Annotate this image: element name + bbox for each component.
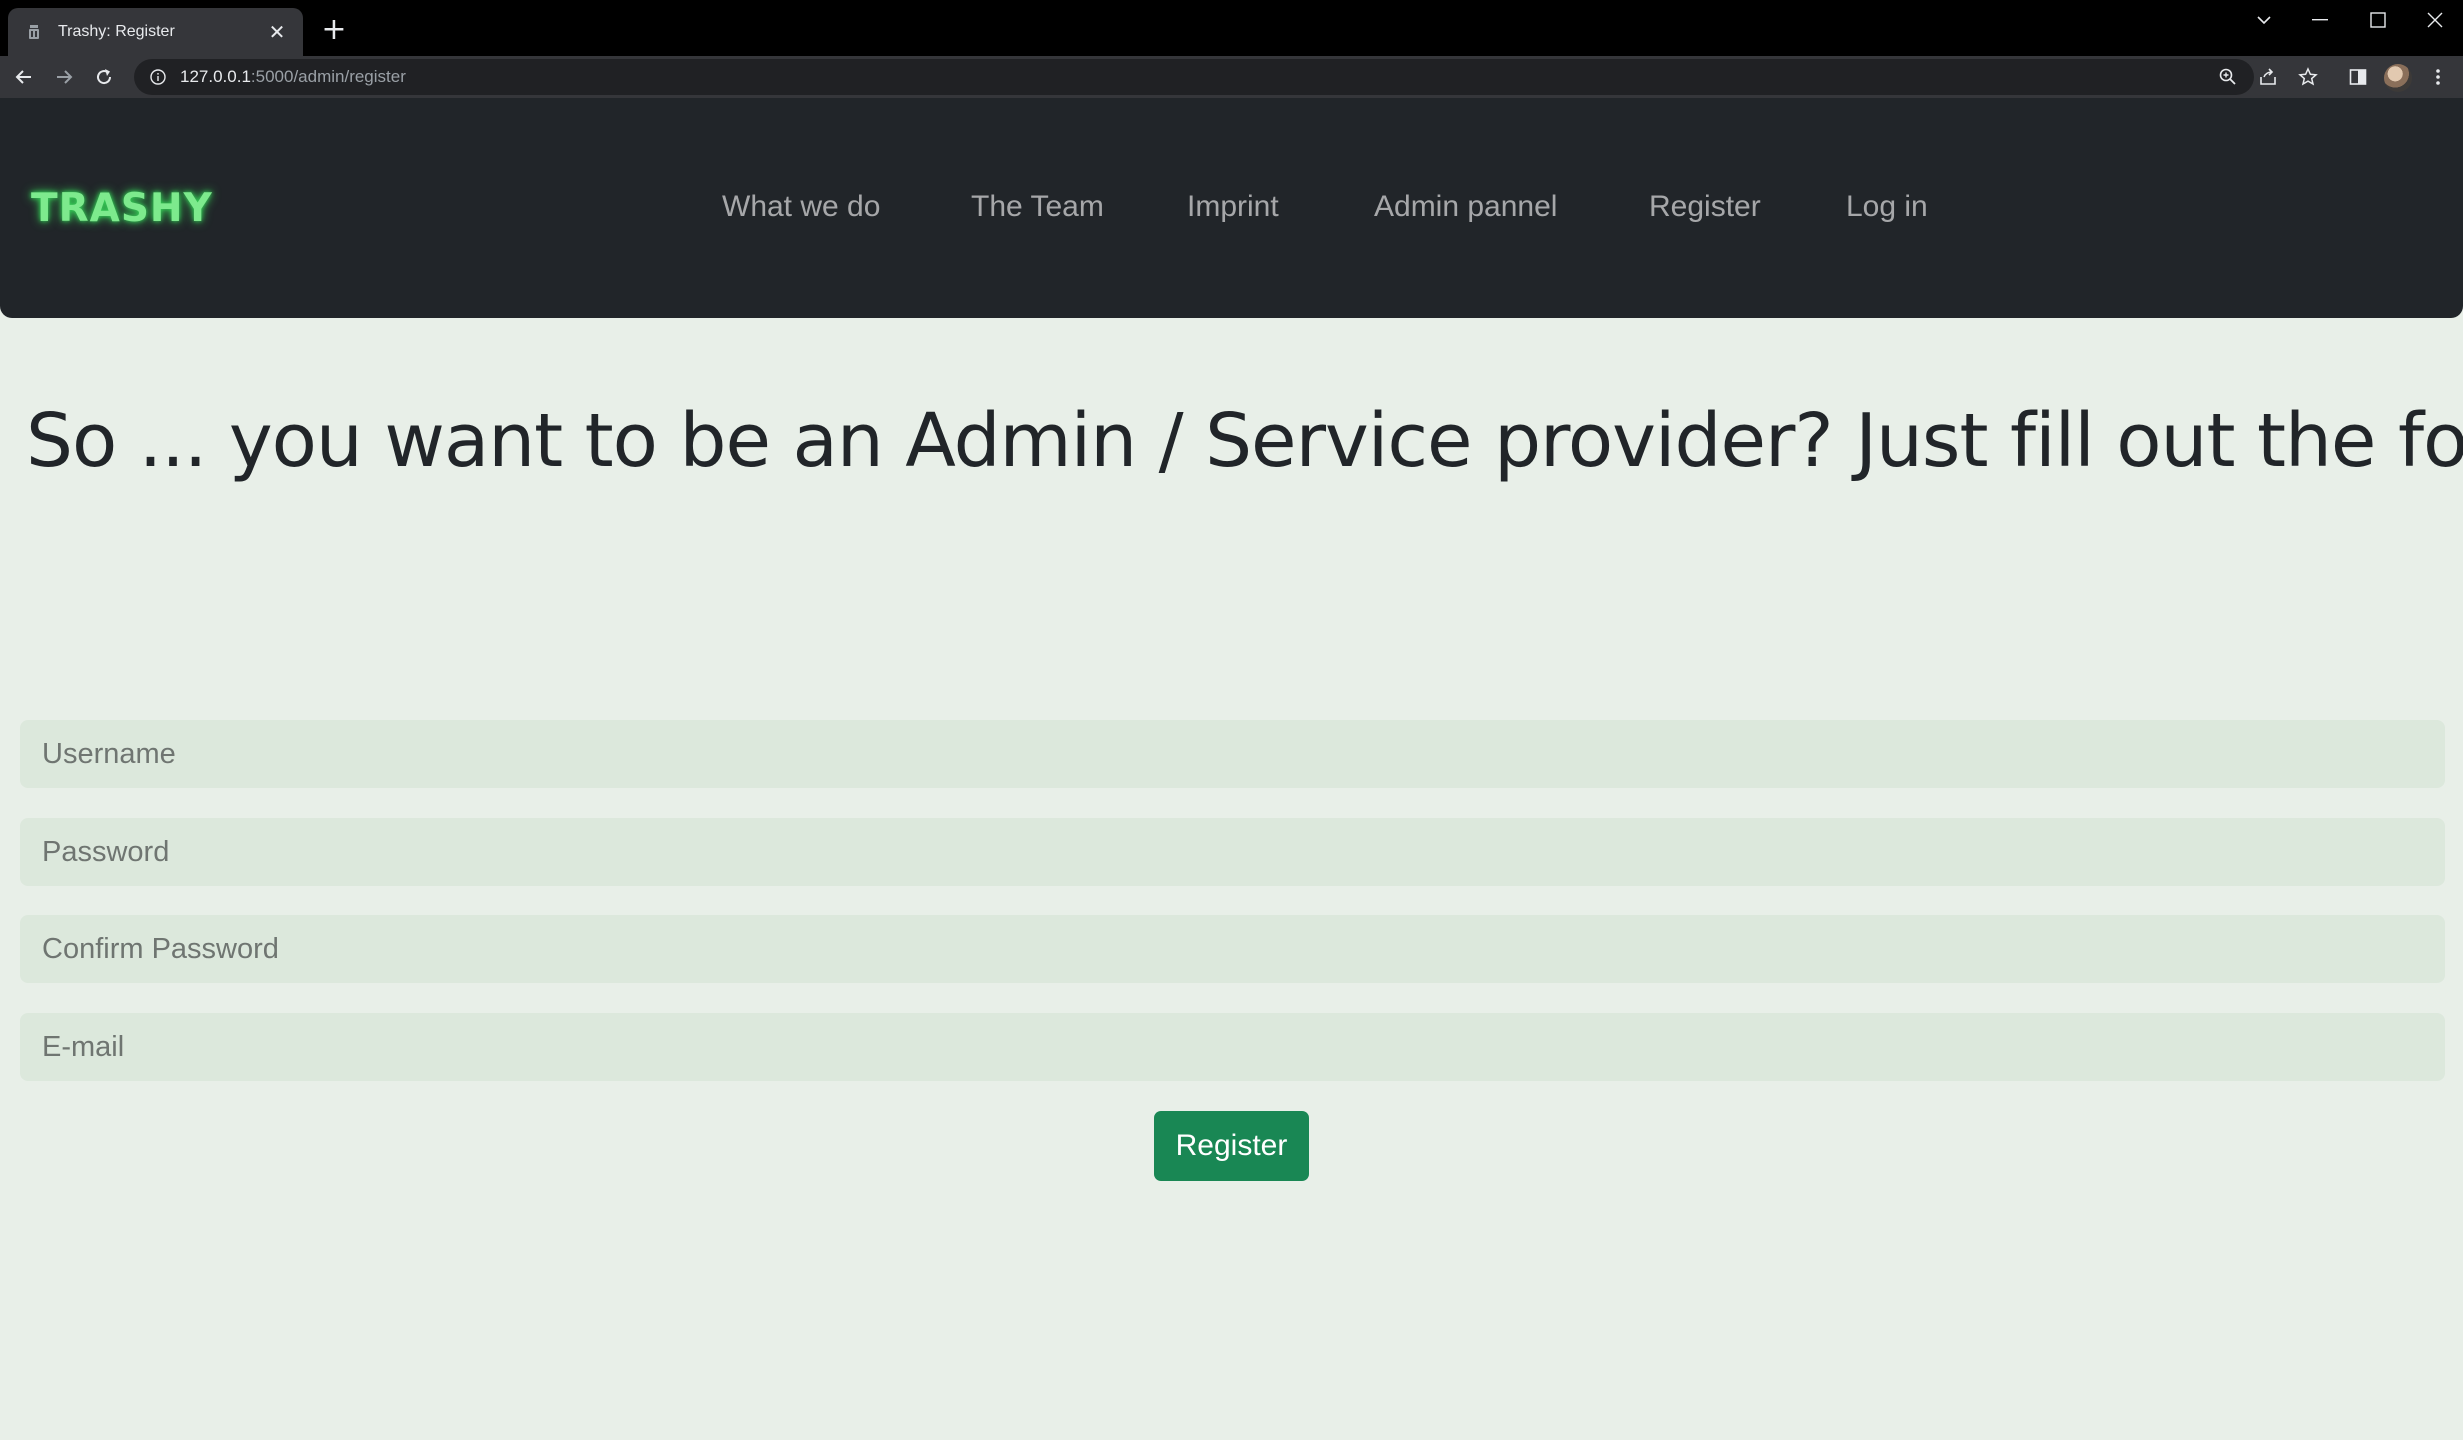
nav-link-log-in[interactable]: Log in	[1846, 190, 1928, 224]
nav-link-register[interactable]: Register	[1649, 190, 1761, 224]
url-host: 127.0.0.1	[180, 67, 251, 86]
username-field[interactable]	[20, 720, 2445, 788]
site-info-icon[interactable]	[148, 67, 168, 87]
back-arrow-icon[interactable]	[8, 61, 40, 93]
nav-link-admin-pannel[interactable]: Admin pannel	[1374, 190, 1557, 224]
url-path: :5000/admin/register	[250, 67, 406, 86]
side-panel-icon[interactable]	[2342, 61, 2374, 93]
bookmark-star-icon[interactable]	[2292, 61, 2324, 93]
browser-toolbar: 127.0.0.1:5000/admin/register	[0, 56, 2463, 98]
menu-dots-icon[interactable]	[2422, 61, 2454, 93]
share-icon[interactable]	[2252, 61, 2284, 93]
email-field[interactable]	[20, 1013, 2445, 1081]
nav-link-what-we-do[interactable]: What we do	[722, 190, 880, 224]
new-tab-button[interactable]: +	[318, 14, 350, 46]
tab-title: Trashy: Register	[58, 23, 175, 40]
nav-link-imprint[interactable]: Imprint	[1187, 190, 1279, 224]
nav-link-the-team[interactable]: The Team	[971, 190, 1104, 224]
zoom-icon[interactable]	[2212, 61, 2244, 93]
profile-avatar[interactable]	[2384, 64, 2412, 92]
site-navbar: TRASHY What we do The Team Imprint Admin…	[0, 98, 2463, 318]
password-field[interactable]	[20, 818, 2445, 886]
register-button[interactable]: Register	[1154, 1111, 1309, 1181]
maximize-icon[interactable]	[2350, 0, 2406, 40]
url-text: 127.0.0.1:5000/admin/register	[180, 67, 406, 87]
reload-icon[interactable]	[88, 61, 120, 93]
page-title: So ... you want to be an Admin / Service…	[26, 398, 2463, 484]
browser-tab[interactable]: Trashy: Register ✕	[8, 8, 303, 56]
address-bar[interactable]: 127.0.0.1:5000/admin/register	[134, 59, 2254, 95]
window-close-icon[interactable]	[2407, 0, 2463, 40]
tab-search-icon[interactable]	[2236, 0, 2292, 40]
site-favicon-icon	[24, 22, 44, 42]
minimize-icon[interactable]	[2292, 0, 2348, 40]
forward-arrow-icon[interactable]	[48, 61, 80, 93]
page-body: TRASHY What we do The Team Imprint Admin…	[0, 98, 2463, 1440]
nav-links: What we do The Team Imprint Admin pannel…	[0, 190, 2463, 230]
browser-tabstrip: Trashy: Register ✕ +	[0, 0, 2463, 56]
confirm-password-field[interactable]	[20, 915, 2445, 983]
tab-close-icon[interactable]: ✕	[265, 20, 289, 44]
